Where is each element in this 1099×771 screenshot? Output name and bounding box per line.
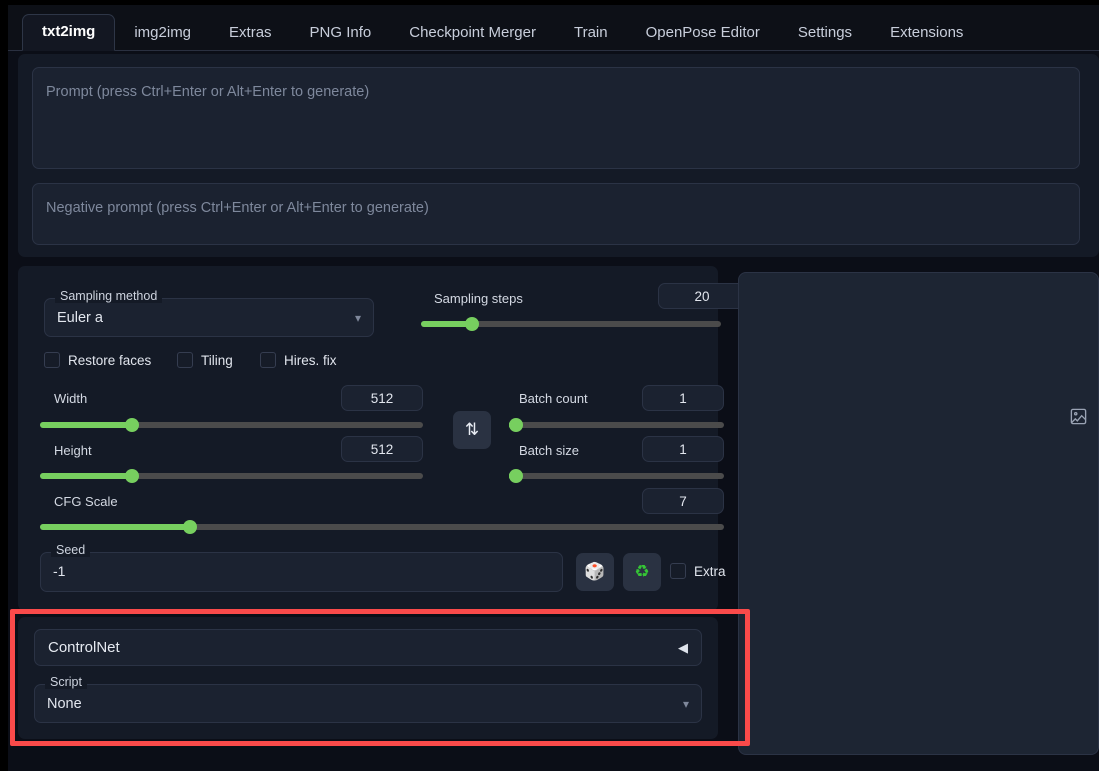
collapse-left-arrow-icon[interactable]: ◀	[678, 640, 688, 656]
recycle-icon: ♻	[634, 562, 650, 581]
tab-png-info[interactable]: PNG Info	[291, 16, 391, 51]
sampling-steps-value[interactable]: 20	[658, 283, 746, 309]
slider-track	[509, 422, 724, 428]
batch-count-label: Batch count	[519, 391, 588, 406]
tab-label: txt2img	[42, 23, 96, 40]
tab-label: img2img	[134, 24, 192, 41]
tab-label: Extensions	[890, 24, 964, 41]
seed-value: -1	[53, 563, 66, 579]
sampling-method-value: Euler a	[57, 309, 103, 326]
slider-fill	[40, 473, 132, 479]
seed-field[interactable]: Seed -1	[40, 544, 563, 592]
slider-knob[interactable]	[124, 469, 139, 483]
controlnet-accordion-header[interactable]: ControlNet ◀	[34, 629, 702, 666]
slider-knob[interactable]	[465, 317, 479, 331]
width-slider[interactable]	[40, 418, 423, 432]
negative-prompt-input[interactable]: Negative prompt (press Ctrl+Enter or Alt…	[32, 183, 1080, 245]
tab-train[interactable]: Train	[555, 16, 627, 51]
sampling-steps-label: Sampling steps	[434, 291, 523, 306]
extra-seed-checkbox[interactable]: Extra	[670, 563, 726, 579]
tab-label: Settings	[797, 24, 853, 41]
dice-icon: 🎲	[584, 562, 606, 581]
swap-dimensions-icon: ⇅	[464, 420, 480, 439]
tab-img2img[interactable]: img2img	[115, 16, 210, 51]
batch-count-slider[interactable]	[509, 418, 724, 432]
tiling-label: Tiling	[201, 352, 233, 368]
batch-size-slider[interactable]	[509, 469, 724, 483]
slider-knob[interactable]	[509, 418, 523, 432]
image-placeholder-icon	[1070, 408, 1087, 425]
tab-checkpoint-merger[interactable]: Checkpoint Merger	[390, 16, 555, 51]
reuse-seed-button[interactable]: ♻	[623, 553, 661, 591]
tab-label: Checkpoint Merger	[409, 24, 536, 41]
width-value[interactable]: 512	[341, 385, 423, 411]
cfg-scale-value[interactable]: 7	[642, 488, 724, 514]
tiling-checkbox[interactable]: Tiling	[177, 352, 233, 368]
script-label: Script	[45, 676, 87, 689]
height-label: Height	[54, 443, 92, 458]
swap-dimensions-button[interactable]: ⇅	[453, 411, 491, 449]
random-seed-button[interactable]: 🎲	[576, 553, 614, 591]
chevron-down-icon: ▾	[682, 696, 689, 711]
controlnet-panel: ControlNet ◀ Script None ▾	[18, 617, 718, 739]
generation-settings-panel: Sampling method Euler a ▾ Sampling steps…	[18, 266, 746, 611]
restore-faces-checkbox[interactable]: Restore faces	[44, 352, 151, 368]
batch-size-value[interactable]: 1	[642, 436, 724, 462]
checkbox-box	[44, 352, 60, 368]
checkbox-box	[670, 563, 686, 579]
hires-fix-checkbox[interactable]: Hires. fix	[260, 352, 337, 368]
cfg-scale-slider[interactable]	[40, 520, 724, 534]
tab-extras[interactable]: Extras	[210, 16, 291, 51]
slider-knob[interactable]	[183, 520, 198, 534]
tab-extensions[interactable]: Extensions	[871, 16, 982, 51]
batch-count-value[interactable]: 1	[642, 385, 724, 411]
controlnet-title: ControlNet	[48, 639, 120, 656]
height-value[interactable]: 512	[341, 436, 423, 462]
tab-txt2img[interactable]: txt2img	[22, 14, 116, 51]
width-label: Width	[54, 391, 88, 406]
checkbox-box	[177, 352, 193, 368]
window-left-edge	[0, 0, 8, 771]
sampling-method-dropdown[interactable]: Sampling method Euler a ▾	[44, 290, 374, 337]
restore-faces-label: Restore faces	[68, 352, 152, 368]
tab-label: Extras	[229, 24, 272, 41]
seed-label: Seed	[51, 544, 91, 557]
cfg-scale-label: CFG Scale	[54, 494, 118, 509]
tab-openpose-editor[interactable]: OpenPose Editor	[627, 16, 779, 51]
main-tab-bar: txt2img img2img Extras PNG Info Checkpoi…	[8, 5, 1099, 51]
slider-knob[interactable]	[509, 469, 523, 483]
slider-fill	[40, 524, 191, 530]
sampling-method-label: Sampling method	[55, 290, 163, 303]
height-slider[interactable]	[40, 469, 423, 483]
slider-knob[interactable]	[124, 418, 139, 432]
batch-size-label: Batch size	[519, 443, 579, 458]
hires-fix-label: Hires. fix	[284, 352, 337, 368]
tab-label: OpenPose Editor	[645, 24, 760, 41]
slider-fill	[40, 422, 132, 428]
tab-label: PNG Info	[309, 24, 372, 41]
script-value: None	[47, 695, 82, 712]
prompt-panel: Prompt (press Ctrl+Enter or Alt+Enter to…	[18, 54, 1099, 257]
sampling-steps-slider[interactable]	[421, 317, 721, 331]
prompt-input[interactable]: Prompt (press Ctrl+Enter or Alt+Enter to…	[32, 67, 1080, 169]
slider-track	[509, 473, 724, 479]
checkbox-box	[260, 352, 276, 368]
output-gallery-panel[interactable]	[738, 272, 1099, 755]
window-top-edge	[0, 0, 1099, 5]
script-dropdown[interactable]: Script None ▾	[34, 676, 702, 723]
chevron-down-icon: ▾	[354, 310, 361, 325]
tab-label: Train	[573, 24, 608, 41]
tab-settings[interactable]: Settings	[779, 16, 871, 51]
extra-label: Extra	[694, 563, 726, 579]
stable-diffusion-webui: txt2img img2img Extras PNG Info Checkpoi…	[0, 0, 1099, 771]
